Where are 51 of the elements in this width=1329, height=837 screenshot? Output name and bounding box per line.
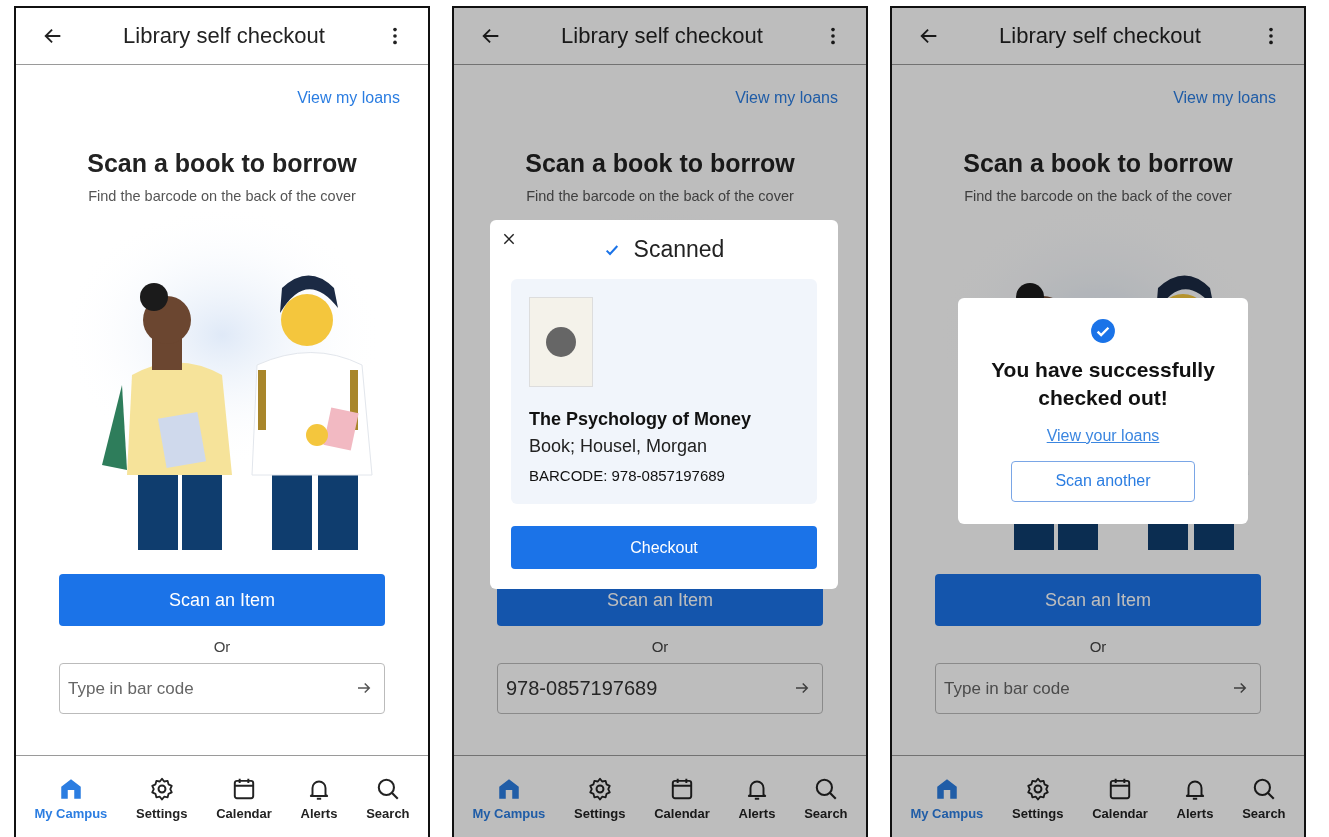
scan-another-button[interactable]: Scan another: [1011, 460, 1195, 502]
screen-title: Library self checkout: [561, 23, 763, 49]
loans-link[interactable]: View my loans: [735, 89, 838, 107]
nav-tab[interactable]: Calendar: [1092, 776, 1148, 836]
page-subheading: Find the barcode on the back of the cover: [526, 188, 794, 204]
or-label: Or: [213, 638, 231, 655]
nav-tab[interactable]: Settings: [574, 776, 626, 836]
nav-tab[interactable]: Search: [804, 776, 848, 836]
page-heading: Scan a book to borrow: [963, 149, 1233, 178]
page-subheading: Find the barcode on the back of the cover: [964, 188, 1232, 204]
loans-link[interactable]: View my loans: [297, 89, 400, 107]
nav-tab[interactable]: Search: [1242, 776, 1286, 836]
or-label: Or: [651, 638, 669, 655]
calendar-icon: [1107, 776, 1133, 802]
view-loans-link[interactable]: View your loans: [1046, 426, 1160, 445]
screen-title: Library self checkout: [123, 23, 325, 49]
item-title: The Psychology of Money: [529, 409, 753, 430]
check-circle-icon: [1090, 318, 1116, 344]
nav-tab[interactable]: Settings: [136, 776, 188, 836]
nav-tab[interactable]: Alerts: [1176, 776, 1214, 836]
close-icon[interactable]: [502, 232, 516, 246]
page-subheading: Find the barcode on the back of the cover: [88, 188, 356, 204]
item-barcode: BARCODE: 978-0857197689: [529, 467, 726, 484]
barcode-field[interactable]: Type in bar code: [935, 663, 1261, 714]
screen-title: Library self checkout: [999, 23, 1201, 49]
nav-tab[interactable]: Calendar: [654, 776, 710, 836]
nav-tab[interactable]: My Campus: [910, 776, 984, 836]
checkout-button[interactable]: Checkout: [511, 526, 817, 569]
loans-link[interactable]: View my loans: [1173, 89, 1276, 107]
dialog-title: Scanned: [633, 236, 725, 263]
or-label: Or: [1089, 638, 1107, 655]
settings-icon: [586, 776, 613, 802]
success-message: You have successfully checked out!: [990, 357, 1216, 412]
calendar-icon: [669, 776, 695, 802]
nav-tab[interactable]: Alerts: [738, 776, 776, 836]
page-heading: Scan a book to borrow: [87, 149, 357, 178]
barcode-field[interactable]: 978-0857197689: [497, 663, 823, 714]
scan-button[interactable]: Scan an Item: [59, 574, 385, 626]
settings-icon: [148, 776, 175, 802]
calendar-icon: [231, 776, 257, 802]
nav-tab[interactable]: My Campus: [472, 776, 546, 836]
nav-tab[interactable]: My Campus: [34, 776, 108, 836]
barcode-field[interactable]: Type in bar code: [59, 663, 385, 714]
nav-tab[interactable]: Alerts: [300, 776, 338, 836]
nav-tab[interactable]: Search: [366, 776, 410, 836]
nav-tab[interactable]: Settings: [1012, 776, 1064, 836]
settings-icon: [1024, 776, 1051, 802]
scan-button[interactable]: Scan an Item: [935, 574, 1261, 626]
page-heading: Scan a book to borrow: [525, 149, 795, 178]
item-meta: Book; Housel, Morgan: [529, 436, 709, 457]
nav-tab[interactable]: Calendar: [216, 776, 272, 836]
